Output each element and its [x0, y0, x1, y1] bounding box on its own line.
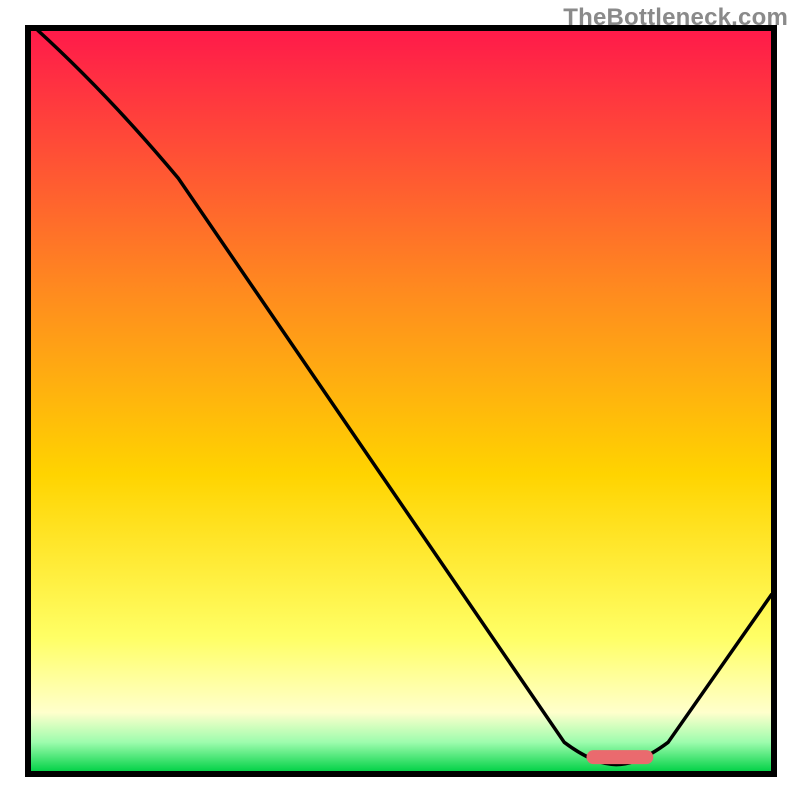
attribution-text: TheBottleneck.com	[563, 4, 788, 32]
chart-container: TheBottleneck.com	[0, 0, 800, 800]
chart-svg	[0, 0, 800, 800]
plot-background	[30, 30, 772, 772]
optimal-region-marker	[587, 750, 654, 764]
